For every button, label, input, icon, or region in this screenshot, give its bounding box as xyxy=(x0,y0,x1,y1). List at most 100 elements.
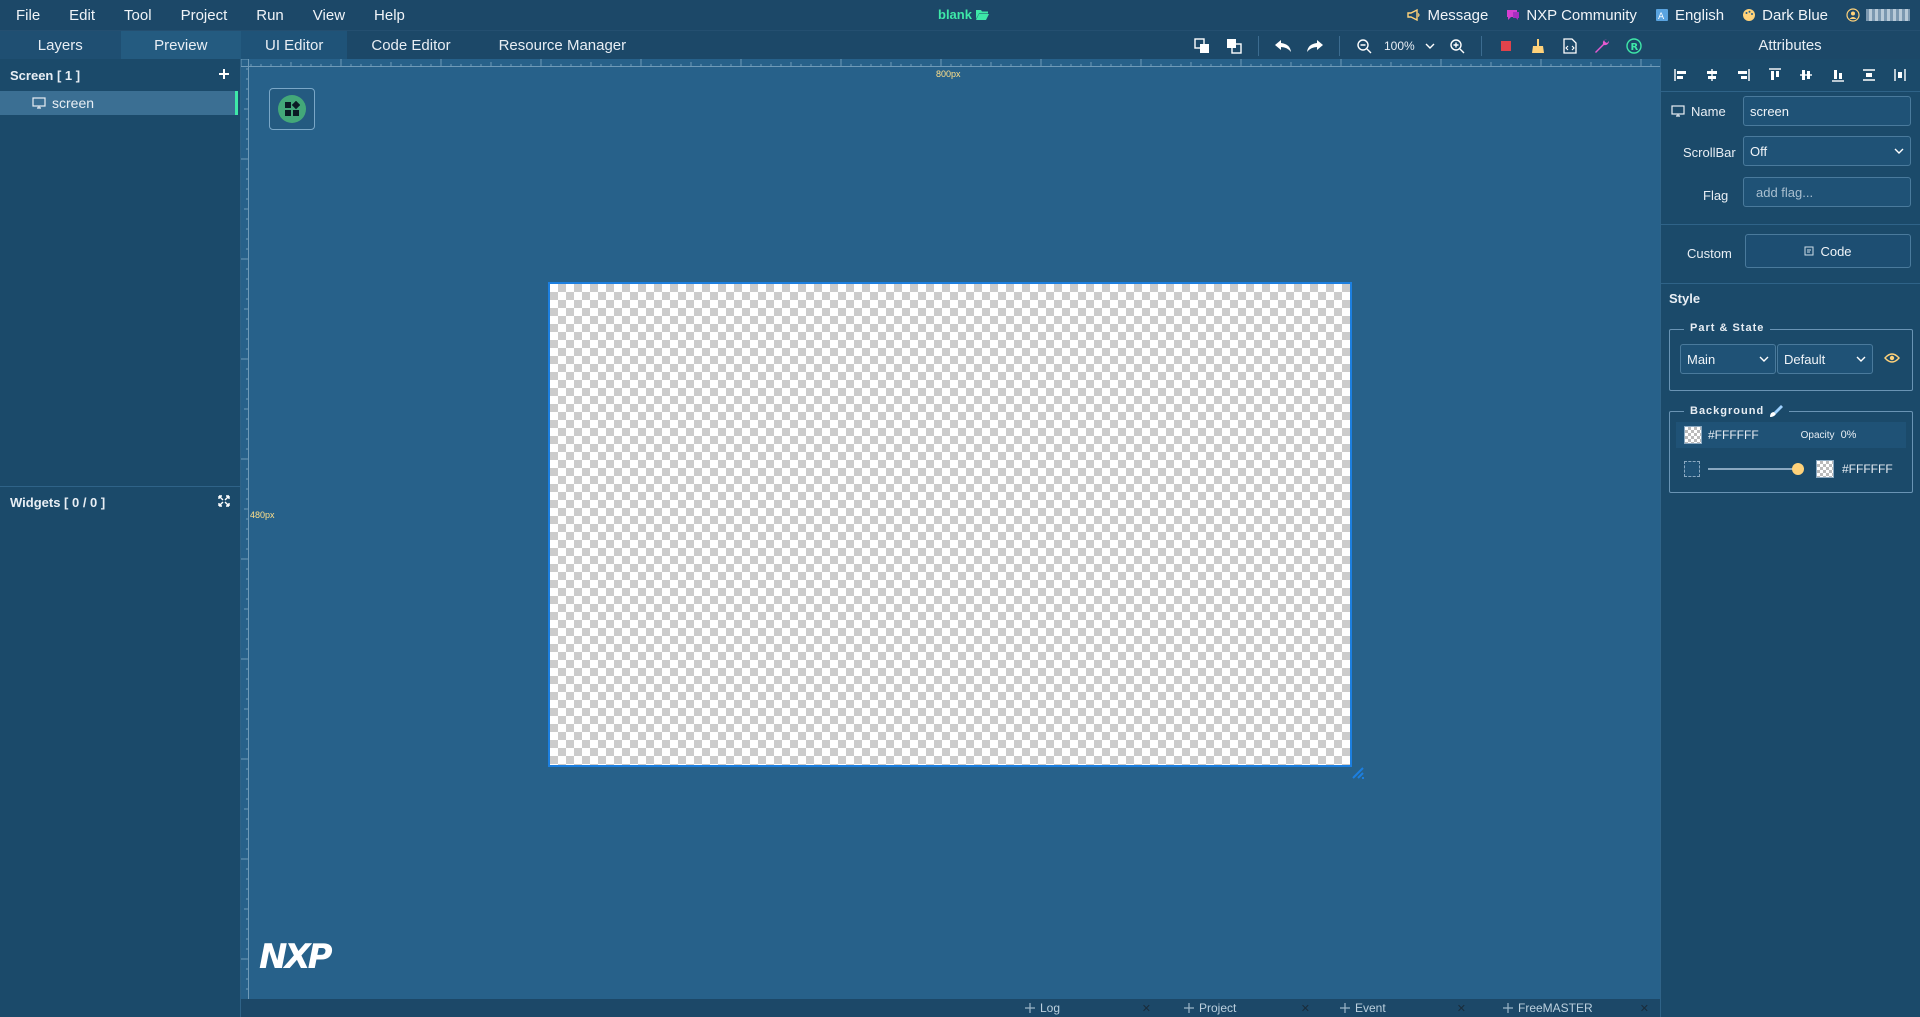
scrollbar-select[interactable]: Off xyxy=(1743,136,1911,166)
tab-freemaster[interactable]: FreeMASTER ✕ xyxy=(1503,999,1653,1017)
code-button-label: Code xyxy=(1820,243,1852,259)
message-button[interactable]: Message xyxy=(1407,7,1488,24)
eye-icon[interactable] xyxy=(1884,352,1900,364)
menu-view[interactable]: View xyxy=(297,7,358,24)
undo-button[interactable] xyxy=(1271,34,1295,58)
zoom-in-icon xyxy=(1450,38,1465,53)
part-value: Main xyxy=(1687,351,1716,367)
name-input[interactable]: screen xyxy=(1743,96,1911,126)
tab-layers[interactable]: Layers xyxy=(0,30,121,60)
tab-resource-manager[interactable]: Resource Manager xyxy=(475,31,651,60)
code-button[interactable]: Code xyxy=(1745,234,1911,268)
theme-button[interactable]: Dark Blue xyxy=(1742,7,1828,24)
zoom-out-button[interactable] xyxy=(1352,34,1376,58)
menu-tool[interactable]: Tool xyxy=(108,7,165,24)
state-select[interactable]: Default xyxy=(1777,344,1873,374)
move-icon xyxy=(1025,1003,1035,1013)
align-bottom-icon xyxy=(1831,70,1844,82)
slider-thumb[interactable] xyxy=(1792,463,1804,475)
bg-color-row: #FFFFFF Opacity 0% xyxy=(1676,422,1906,448)
community-button[interactable]: NXP Community xyxy=(1506,7,1637,24)
chevron-down-icon xyxy=(1856,356,1866,362)
close-icon[interactable]: ✕ xyxy=(1142,1002,1151,1015)
width-ruler-label: 800px xyxy=(936,69,961,79)
align-right-button[interactable] xyxy=(1734,66,1752,84)
close-icon[interactable]: ✕ xyxy=(1640,1002,1649,1015)
bg-gradient-row: #FFFFFF xyxy=(1676,456,1906,482)
flag-label: Flag xyxy=(1703,188,1729,203)
widget-library-button[interactable] xyxy=(269,88,315,130)
register-button[interactable]: R xyxy=(1622,34,1646,58)
part-state-legend: Part & State xyxy=(1684,322,1771,334)
flag-input[interactable]: add flag... xyxy=(1743,177,1911,207)
bg-color-swatch[interactable] xyxy=(1684,426,1702,444)
align-bottom-button[interactable] xyxy=(1829,66,1847,84)
project-title[interactable]: blank xyxy=(938,7,989,22)
align-top-button[interactable] xyxy=(1766,66,1784,84)
toolbar-separator xyxy=(1480,35,1482,56)
expand-widgets-button[interactable] xyxy=(218,495,230,510)
widgets-count-label: Widgets [ 0 / 0 ] xyxy=(10,495,106,510)
align-hcenter-button[interactable] xyxy=(1703,66,1721,84)
theme-label: Dark Blue xyxy=(1762,6,1828,24)
zoom-level[interactable]: 100% xyxy=(1384,39,1415,53)
tab-event[interactable]: Event ✕ xyxy=(1340,999,1470,1017)
gradient-slider[interactable] xyxy=(1708,463,1804,475)
menu-edit[interactable]: Edit xyxy=(53,7,108,24)
resize-handle-icon[interactable] xyxy=(1352,767,1364,779)
distribute-vertical-button[interactable] xyxy=(1891,66,1909,84)
opacity-value[interactable]: 0% xyxy=(1841,429,1857,441)
paint-brush-icon[interactable] xyxy=(1769,404,1784,418)
gradient-start-swatch[interactable] xyxy=(1684,461,1700,477)
gradient-color-value[interactable]: #FFFFFF xyxy=(1842,462,1893,476)
part-select[interactable]: Main xyxy=(1680,344,1776,374)
close-icon[interactable]: ✕ xyxy=(1301,1002,1310,1015)
screen-canvas[interactable] xyxy=(548,282,1352,767)
add-screen-button[interactable] xyxy=(218,68,230,83)
chevron-down-icon xyxy=(1425,43,1435,49)
tab-project[interactable]: Project ✕ xyxy=(1184,999,1314,1017)
widgets-header: Widgets [ 0 / 0 ] xyxy=(0,486,240,518)
build-button[interactable] xyxy=(1590,34,1614,58)
height-ruler-label: 480px xyxy=(250,510,275,520)
bg-color-value[interactable]: #FFFFFF xyxy=(1708,428,1759,442)
tab-code-editor[interactable]: Code Editor xyxy=(347,31,474,60)
wrench-icon xyxy=(1594,38,1609,53)
design-canvas-area[interactable]: 800px 480px NXP xyxy=(241,59,1660,999)
menu-file[interactable]: File xyxy=(0,7,53,24)
bring-front-button[interactable] xyxy=(1190,34,1214,58)
screen-list-item[interactable]: screen xyxy=(0,91,238,115)
align-vcenter-button[interactable] xyxy=(1797,66,1815,84)
toolbar-separator xyxy=(1258,35,1259,56)
tab-preview[interactable]: Preview xyxy=(120,30,241,60)
zoom-in-button[interactable] xyxy=(1445,34,1469,58)
background-legend: Background xyxy=(1684,404,1790,418)
align-center-icon xyxy=(1707,69,1718,81)
widgets-icon xyxy=(278,95,306,123)
tab-ui-editor[interactable]: UI Editor xyxy=(241,30,348,60)
user-account[interactable] xyxy=(1846,8,1910,22)
clean-button[interactable] xyxy=(1526,34,1550,58)
distribute-horizontal-button[interactable] xyxy=(1860,66,1878,84)
horizontal-ruler xyxy=(241,59,1660,67)
menu-help[interactable]: Help xyxy=(358,7,418,24)
move-icon xyxy=(1503,1003,1513,1013)
left-panel-tabs: Layers Preview xyxy=(0,30,241,60)
zoom-dropdown[interactable] xyxy=(1423,34,1437,58)
background-legend-label: Background xyxy=(1690,405,1765,417)
align-left-button[interactable] xyxy=(1672,66,1690,84)
stop-icon xyxy=(1500,40,1511,51)
close-icon[interactable]: ✕ xyxy=(1457,1002,1466,1015)
generate-code-button[interactable] xyxy=(1558,34,1582,58)
menu-project[interactable]: Project xyxy=(165,7,241,24)
send-back-button[interactable] xyxy=(1222,34,1246,58)
menu-run[interactable]: Run xyxy=(240,7,297,24)
layers-panel: Screen [ 1 ] screen Widgets [ 0 / 0 ] xyxy=(0,59,241,1017)
menu-bar: File Edit Tool Project Run View Help bla… xyxy=(0,0,1920,30)
style-heading: Style xyxy=(1669,291,1701,306)
gradient-end-swatch[interactable] xyxy=(1816,460,1834,478)
language-button[interactable]: A English xyxy=(1655,7,1724,24)
tab-log[interactable]: Log ✕ xyxy=(1025,999,1155,1017)
redo-button[interactable] xyxy=(1303,34,1327,58)
stop-button[interactable] xyxy=(1494,34,1518,58)
